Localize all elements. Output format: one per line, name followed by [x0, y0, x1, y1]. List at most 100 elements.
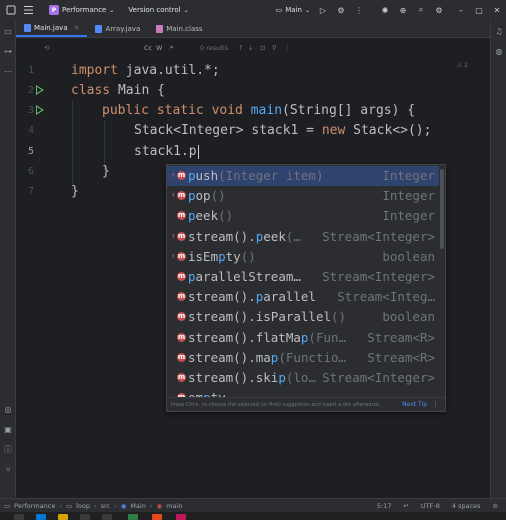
name-rest: ty [225, 248, 241, 264]
code-text: } [102, 164, 110, 179]
git-icon[interactable]: ⑂ [3, 464, 13, 474]
run-config-selector[interactable]: ▭ Main ⌄ [276, 6, 310, 14]
vcs-menu[interactable]: Version control ⌄ [124, 6, 192, 14]
taskbar-app-icon[interactable] [80, 514, 90, 520]
terminal-icon[interactable]: ▣ [3, 424, 13, 434]
more-icon[interactable]: ⋮ [354, 5, 364, 15]
file-encoding[interactable]: UTF-8 [421, 502, 440, 510]
run-icon[interactable]: ▷ [318, 5, 328, 15]
taskbar-app-icon[interactable] [36, 514, 46, 520]
indent-settings[interactable]: 4 spaces [452, 502, 481, 510]
completion-item[interactable]: m parallelStream… Stream<Integer> [167, 267, 439, 287]
taskbar-app-icon[interactable] [176, 514, 186, 520]
taskbar-app-icon[interactable] [128, 514, 138, 520]
tab-label: Array.java [105, 24, 141, 33]
run-class-icon[interactable] [36, 85, 44, 95]
project-view-icon[interactable]: ▭ [3, 26, 13, 36]
completion-item[interactable]: ↑ m stream().peek(… Stream<Integer> [167, 227, 439, 247]
find-all-icon[interactable]: ⊡ [260, 44, 265, 52]
breadcrumb-item[interactable]: main [166, 502, 182, 510]
close-icon[interactable]: ✕ [74, 24, 80, 32]
method-icon: m [177, 231, 186, 241]
next-occurrence-icon[interactable]: ↓ [248, 44, 253, 52]
match-case-toggle[interactable]: Cc [144, 44, 152, 52]
line-number: 2 [27, 85, 34, 96]
match-highlight: p [188, 269, 196, 284]
indent-guide [72, 100, 73, 190]
breadcrumb-item[interactable]: Main [130, 502, 146, 510]
completion-item[interactable]: ↑ m isEmpty() boolean [167, 247, 439, 267]
search-history-icon[interactable]: ⟲ [44, 44, 49, 52]
completion-item[interactable]: m stream().isParallel() boolean [167, 307, 439, 327]
code-line-7: } [71, 184, 79, 199]
completion-item[interactable]: m stream().flatMap(Fun… Stream<R> [167, 328, 439, 348]
tab-main-java[interactable]: Main.java ✕ [16, 20, 88, 37]
lock-icon[interactable]: ⊘ [493, 502, 498, 510]
maximize-icon[interactable]: ▢ [474, 5, 484, 15]
settings-icon[interactable]: ⚙ [434, 5, 444, 15]
more-tools-icon[interactable]: ⋯ [3, 66, 13, 76]
problems-icon[interactable]: ⓘ [3, 444, 13, 454]
completion-params: (Functio… [278, 349, 347, 365]
status-widgets: 5:17 ↵ UTF-8 4 spaces ⊘ [377, 502, 498, 510]
more-icon[interactable]: ⋮ [432, 400, 439, 408]
completion-name: stream().parallel [188, 289, 316, 304]
search-icon[interactable]: ⌕ [416, 5, 426, 15]
completion-params: (Integer item) [218, 168, 324, 183]
editor-tabs: Main.java ✕ Array.java Main.class [16, 20, 490, 38]
popup-scrollbar[interactable] [440, 169, 444, 249]
main-menu-icon[interactable] [20, 6, 37, 14]
keyword: public static void [102, 103, 243, 118]
name-prefix: stream().flatMa [188, 329, 301, 345]
inspection-widget[interactable]: ⚠ 2 [457, 62, 468, 69]
regex-toggle[interactable]: .* [168, 44, 173, 52]
name-prefix: stream().isP [188, 309, 279, 325]
next-tip-link[interactable]: Next Tip [402, 401, 427, 408]
title-bar-actions: ▭ Main ⌄ ▷ ⚙ ⋮ ✺ ⊕ ⌕ ⚙ – ▢ ✕ [276, 0, 502, 20]
prev-occurrence-icon[interactable]: ↑ [238, 44, 243, 52]
ai-assistant-icon[interactable]: ✺ [380, 5, 390, 15]
completion-item[interactable]: ↑ m pop() Integer [167, 186, 439, 206]
run-main-icon[interactable] [36, 105, 44, 115]
completion-type: Integer [382, 188, 435, 204]
structure-icon[interactable]: ⊶ [3, 46, 13, 56]
minimize-icon[interactable]: – [456, 5, 466, 15]
completion-item[interactable]: m stream().skip(lo… Stream<Integer> [167, 368, 439, 388]
code-line-2: class Main { [71, 83, 165, 98]
separator-icon: › [114, 502, 117, 510]
caret-position[interactable]: 5:17 [377, 502, 392, 510]
debug-icon[interactable]: ⚙ [336, 5, 346, 15]
services-icon[interactable]: ◎ [3, 404, 13, 414]
taskbar-app-icon[interactable] [58, 514, 68, 520]
taskbar-app-icon[interactable] [102, 514, 112, 520]
code-line-6: } [102, 164, 110, 179]
breadcrumb-item[interactable]: Performance [14, 502, 55, 510]
gradle-icon[interactable]: ◍ [494, 46, 504, 56]
method-icon: m [177, 211, 186, 221]
more-icon[interactable]: ⋮ [284, 44, 291, 52]
completion-type: Stream<Integer> [322, 370, 435, 385]
chevron-down-icon: ⌄ [109, 6, 115, 14]
code-with-me-icon[interactable]: ⊕ [398, 5, 408, 15]
priority-mark-icon: ↑ [171, 191, 176, 200]
completion-item[interactable]: ↑ m push(Integer item) Integer [167, 166, 439, 186]
notifications-icon[interactable]: ♫ [494, 26, 504, 36]
filter-icon[interactable]: ⊽ [272, 44, 277, 52]
breadcrumb-item[interactable]: loop [76, 502, 90, 510]
completion-item[interactable]: m stream().map(Functio… Stream<R> [167, 348, 439, 368]
breadcrumb-item[interactable]: src [101, 502, 111, 510]
taskbar-app-icon[interactable] [152, 514, 162, 520]
taskbar-app-icon[interactable] [14, 514, 24, 520]
line-separator-icon[interactable]: ↵ [403, 502, 408, 510]
project-switcher[interactable]: P Performance ⌄ [45, 5, 118, 15]
completion-item[interactable]: m stream().parallel Stream<Integ… [167, 287, 439, 307]
words-toggle[interactable]: W [156, 44, 162, 52]
completion-item[interactable]: m peek() Integer [167, 206, 439, 226]
app-logo-icon[interactable] [0, 5, 20, 15]
code-completion-popup: ↑ m push(Integer item) Integer ↑ m pop() Intege… [166, 164, 446, 412]
tab-main-class[interactable]: Main.class [148, 20, 210, 37]
tab-array-java[interactable]: Array.java [87, 20, 148, 37]
close-icon[interactable]: ✕ [492, 5, 502, 15]
method-icon: m [177, 191, 186, 201]
class-file-icon [156, 24, 164, 33]
